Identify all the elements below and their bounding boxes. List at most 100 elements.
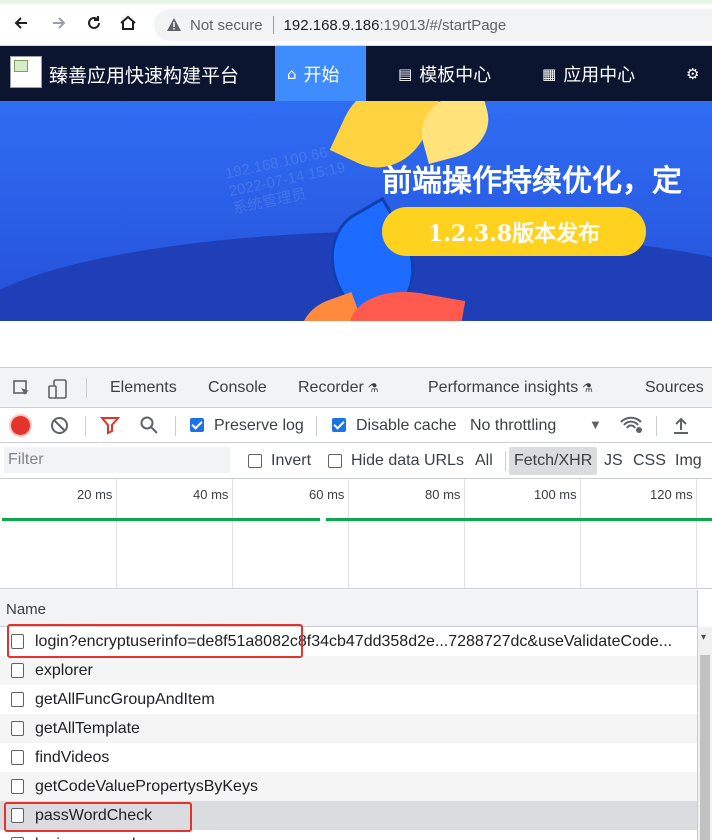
table-row[interactable]: getAllFuncGroupAndItem [0,685,698,714]
timeline-tick-label: 100 ms [534,487,577,502]
clear-icon[interactable] [50,416,69,435]
timeline-gridline [580,479,581,589]
request-name: loginsuccessdo [35,836,691,840]
network-toolbar: Preserve log Disable cache No throttling… [0,408,712,443]
scrollbar-thumb[interactable] [700,655,710,840]
request-type-icon [11,779,24,794]
user-gear-icon: ⚙ [686,64,700,83]
tab-elements[interactable]: Elements [110,379,177,397]
flask-icon: ⚗ [582,381,594,395]
timeline-gridline [232,479,233,589]
filter-type-all[interactable]: All [470,443,498,479]
preserve-log-checkbox[interactable] [190,418,204,432]
network-conditions-icon[interactable] [619,415,645,435]
highlight-box [7,624,303,658]
url-host: 192.168.9.186 [283,16,380,34]
app-header: 臻善应用快速构建平台 ⌂ 开始 ▤ 模板中心 ▦ 应用中心 ⚙ [0,46,712,101]
tab-recorder[interactable]: Recorder ⚗ [298,379,379,397]
invert-checkbox[interactable] [248,454,262,468]
nav-label: 应用中心 [563,64,636,86]
tab-strip-edge [0,0,712,4]
devtools-tabbar: Elements Console Recorder ⚗ Performance i… [0,368,712,408]
request-timing-bar [2,518,320,521]
nav-label: 开始 [303,64,340,86]
column-header-name[interactable]: Name [0,590,698,627]
tab-sources[interactable]: Sources [645,379,704,397]
nav-user-settings[interactable]: ⚙ [674,46,712,101]
nav-label: 模板中心 [419,64,492,86]
filter-bar: Invert Hide data URLs All Fetch/XHR JS C… [0,443,712,479]
address-bar[interactable]: Not secure 192.168.9.186:19013/#/startPa… [154,9,712,41]
filter-icon[interactable] [100,416,120,435]
filter-type-fetch-xhr[interactable]: Fetch/XHR [509,447,598,475]
banner-title: 前端操作持续优化，定 [382,164,682,199]
request-table: Name login?encryptuserinfo=de8f51a8082c8… [0,590,712,840]
device-toggle-icon[interactable] [46,377,70,401]
highlight-box [4,802,192,832]
hide-data-urls-label: Hide data URLs [351,452,464,469]
template-icon: ▤ [398,64,413,83]
table-row[interactable]: explorer [0,656,698,685]
timeline-gridline [464,479,465,589]
timeline-tick-label: 40 ms [193,487,229,502]
invert-label: Invert [271,452,312,469]
request-type-icon [11,750,24,765]
home-icon: ⌂ [287,64,297,83]
timeline-tick-label: 20 ms [77,487,113,502]
nav-app-center[interactable]: ▦ 应用中心 [530,46,647,101]
record-icon[interactable] [11,416,30,435]
filter-type-img[interactable]: Img [670,443,707,479]
timeline-tick-label: 60 ms [309,487,345,502]
nav-template-center[interactable]: ▤ 模板中心 [386,46,503,101]
request-name: explorer [35,662,93,679]
back-icon[interactable] [8,10,34,36]
request-timing-bar [326,518,712,521]
tab-performance-insights[interactable]: Performance insights ⚗ [428,379,593,397]
request-type-icon [11,663,24,678]
import-har-icon[interactable] [672,416,690,435]
timeline-gridline [696,479,697,589]
disable-cache-checkbox[interactable] [332,418,346,432]
timeline-tick-label: 120 ms [650,487,693,502]
divider [86,378,87,398]
forward-icon[interactable] [46,10,72,36]
chevron-down-icon[interactable]: ▾ [701,632,706,643]
divider [656,416,657,436]
release-badge[interactable]: 1.2.3.8版本发布 [382,207,646,256]
reload-icon[interactable] [81,10,107,36]
table-row[interactable]: findVideos [0,743,698,772]
request-name: findVideos [35,749,110,766]
filter-type-js[interactable]: JS [599,443,628,479]
divider [505,451,506,471]
table-row[interactable]: getCodeValuePropertysByKeys [0,772,698,801]
warning-icon [167,18,181,31]
inspect-icon[interactable] [12,379,32,399]
flask-icon: ⚗ [367,381,379,395]
chevron-down-icon[interactable]: ▼ [589,417,602,432]
request-type-icon [11,692,24,707]
browser-toolbar: Not secure 192.168.9.186:19013/#/startPa… [0,0,712,46]
request-name: getAllTemplate [35,720,140,737]
filter-type-css[interactable]: CSS [628,443,671,479]
timeline-gridline [116,479,117,589]
table-row[interactable]: getAllTemplate [0,714,698,743]
home-icon[interactable] [115,10,141,36]
request-name: getAllFuncGroupAndItem [35,691,215,708]
nav-start[interactable]: ⌂ 开始 [275,46,366,101]
tab-console[interactable]: Console [208,379,267,397]
scrollbar[interactable]: ▾ [698,627,712,840]
logo-image [10,56,42,88]
app-title: 臻善应用快速构建平台 [49,65,240,87]
hero-banner: 192.168.100.66 2022-07-14 15:19 系统管理员 前端… [0,101,712,321]
search-icon[interactable] [139,415,159,435]
network-overview-timeline[interactable]: 20 ms 40 ms 60 ms 80 ms 100 ms 120 ms [0,479,712,589]
throttling-select[interactable]: No throttling [470,417,556,435]
timeline-tick-label: 80 ms [425,487,461,502]
divider [272,16,274,34]
divider [175,416,176,436]
filter-input[interactable] [4,447,230,473]
hide-data-urls-checkbox[interactable] [328,454,342,468]
request-name: getCodeValuePropertysByKeys [35,778,258,795]
disable-cache-label: Disable cache [356,417,457,434]
divider [316,416,317,436]
